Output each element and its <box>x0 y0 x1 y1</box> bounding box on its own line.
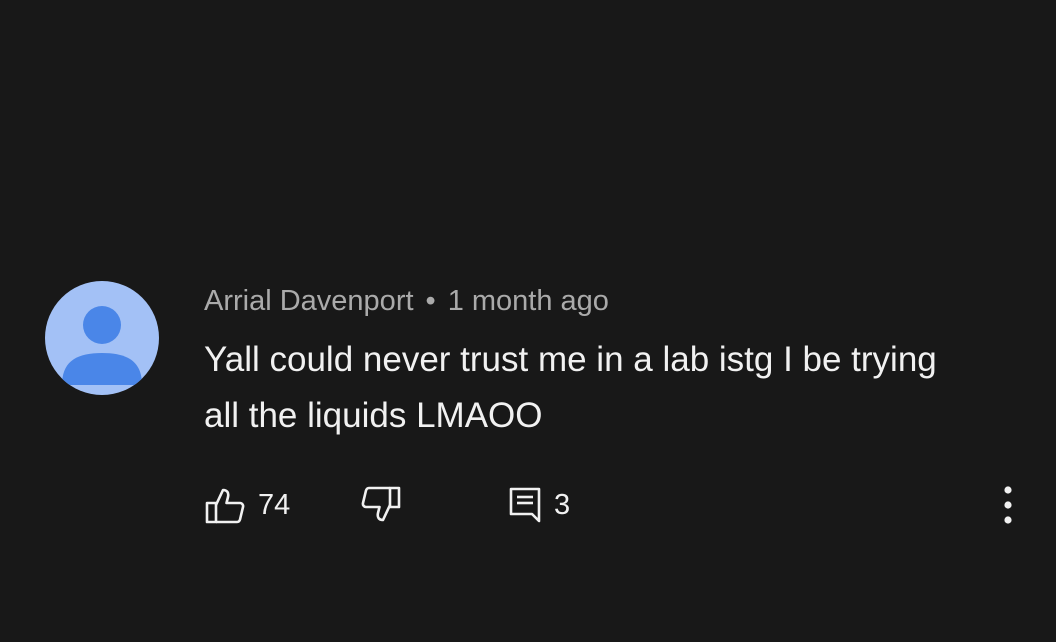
thumbs-up-icon <box>205 488 245 524</box>
more-vertical-icon <box>1004 486 1012 524</box>
default-avatar-icon <box>62 306 142 385</box>
author-name[interactable]: Arrial Davenport <box>204 285 414 317</box>
reply-comment-icon <box>509 487 541 523</box>
comment-timestamp[interactable]: 1 month ago <box>448 285 609 317</box>
thumbs-down-icon <box>361 486 401 522</box>
meta-separator: • <box>425 285 436 317</box>
reply-button[interactable]: 3 <box>508 478 570 532</box>
avatar[interactable] <box>45 281 159 395</box>
dislike-button[interactable] <box>360 478 402 532</box>
like-count: 74 <box>258 488 291 521</box>
like-button[interactable]: 74 <box>204 478 290 532</box>
more-options-button[interactable] <box>990 478 1026 532</box>
comment-text: Yall could never trust me in a lab istg … <box>204 340 937 435</box>
comment-actions: 74 3 <box>0 478 1056 532</box>
comment-thread: Arrial Davenport • 1 month ago Yall could … <box>0 0 1056 642</box>
reply-count: 3 <box>554 488 571 521</box>
comment-meta: Arrial Davenport • 1 month ago <box>204 282 609 320</box>
